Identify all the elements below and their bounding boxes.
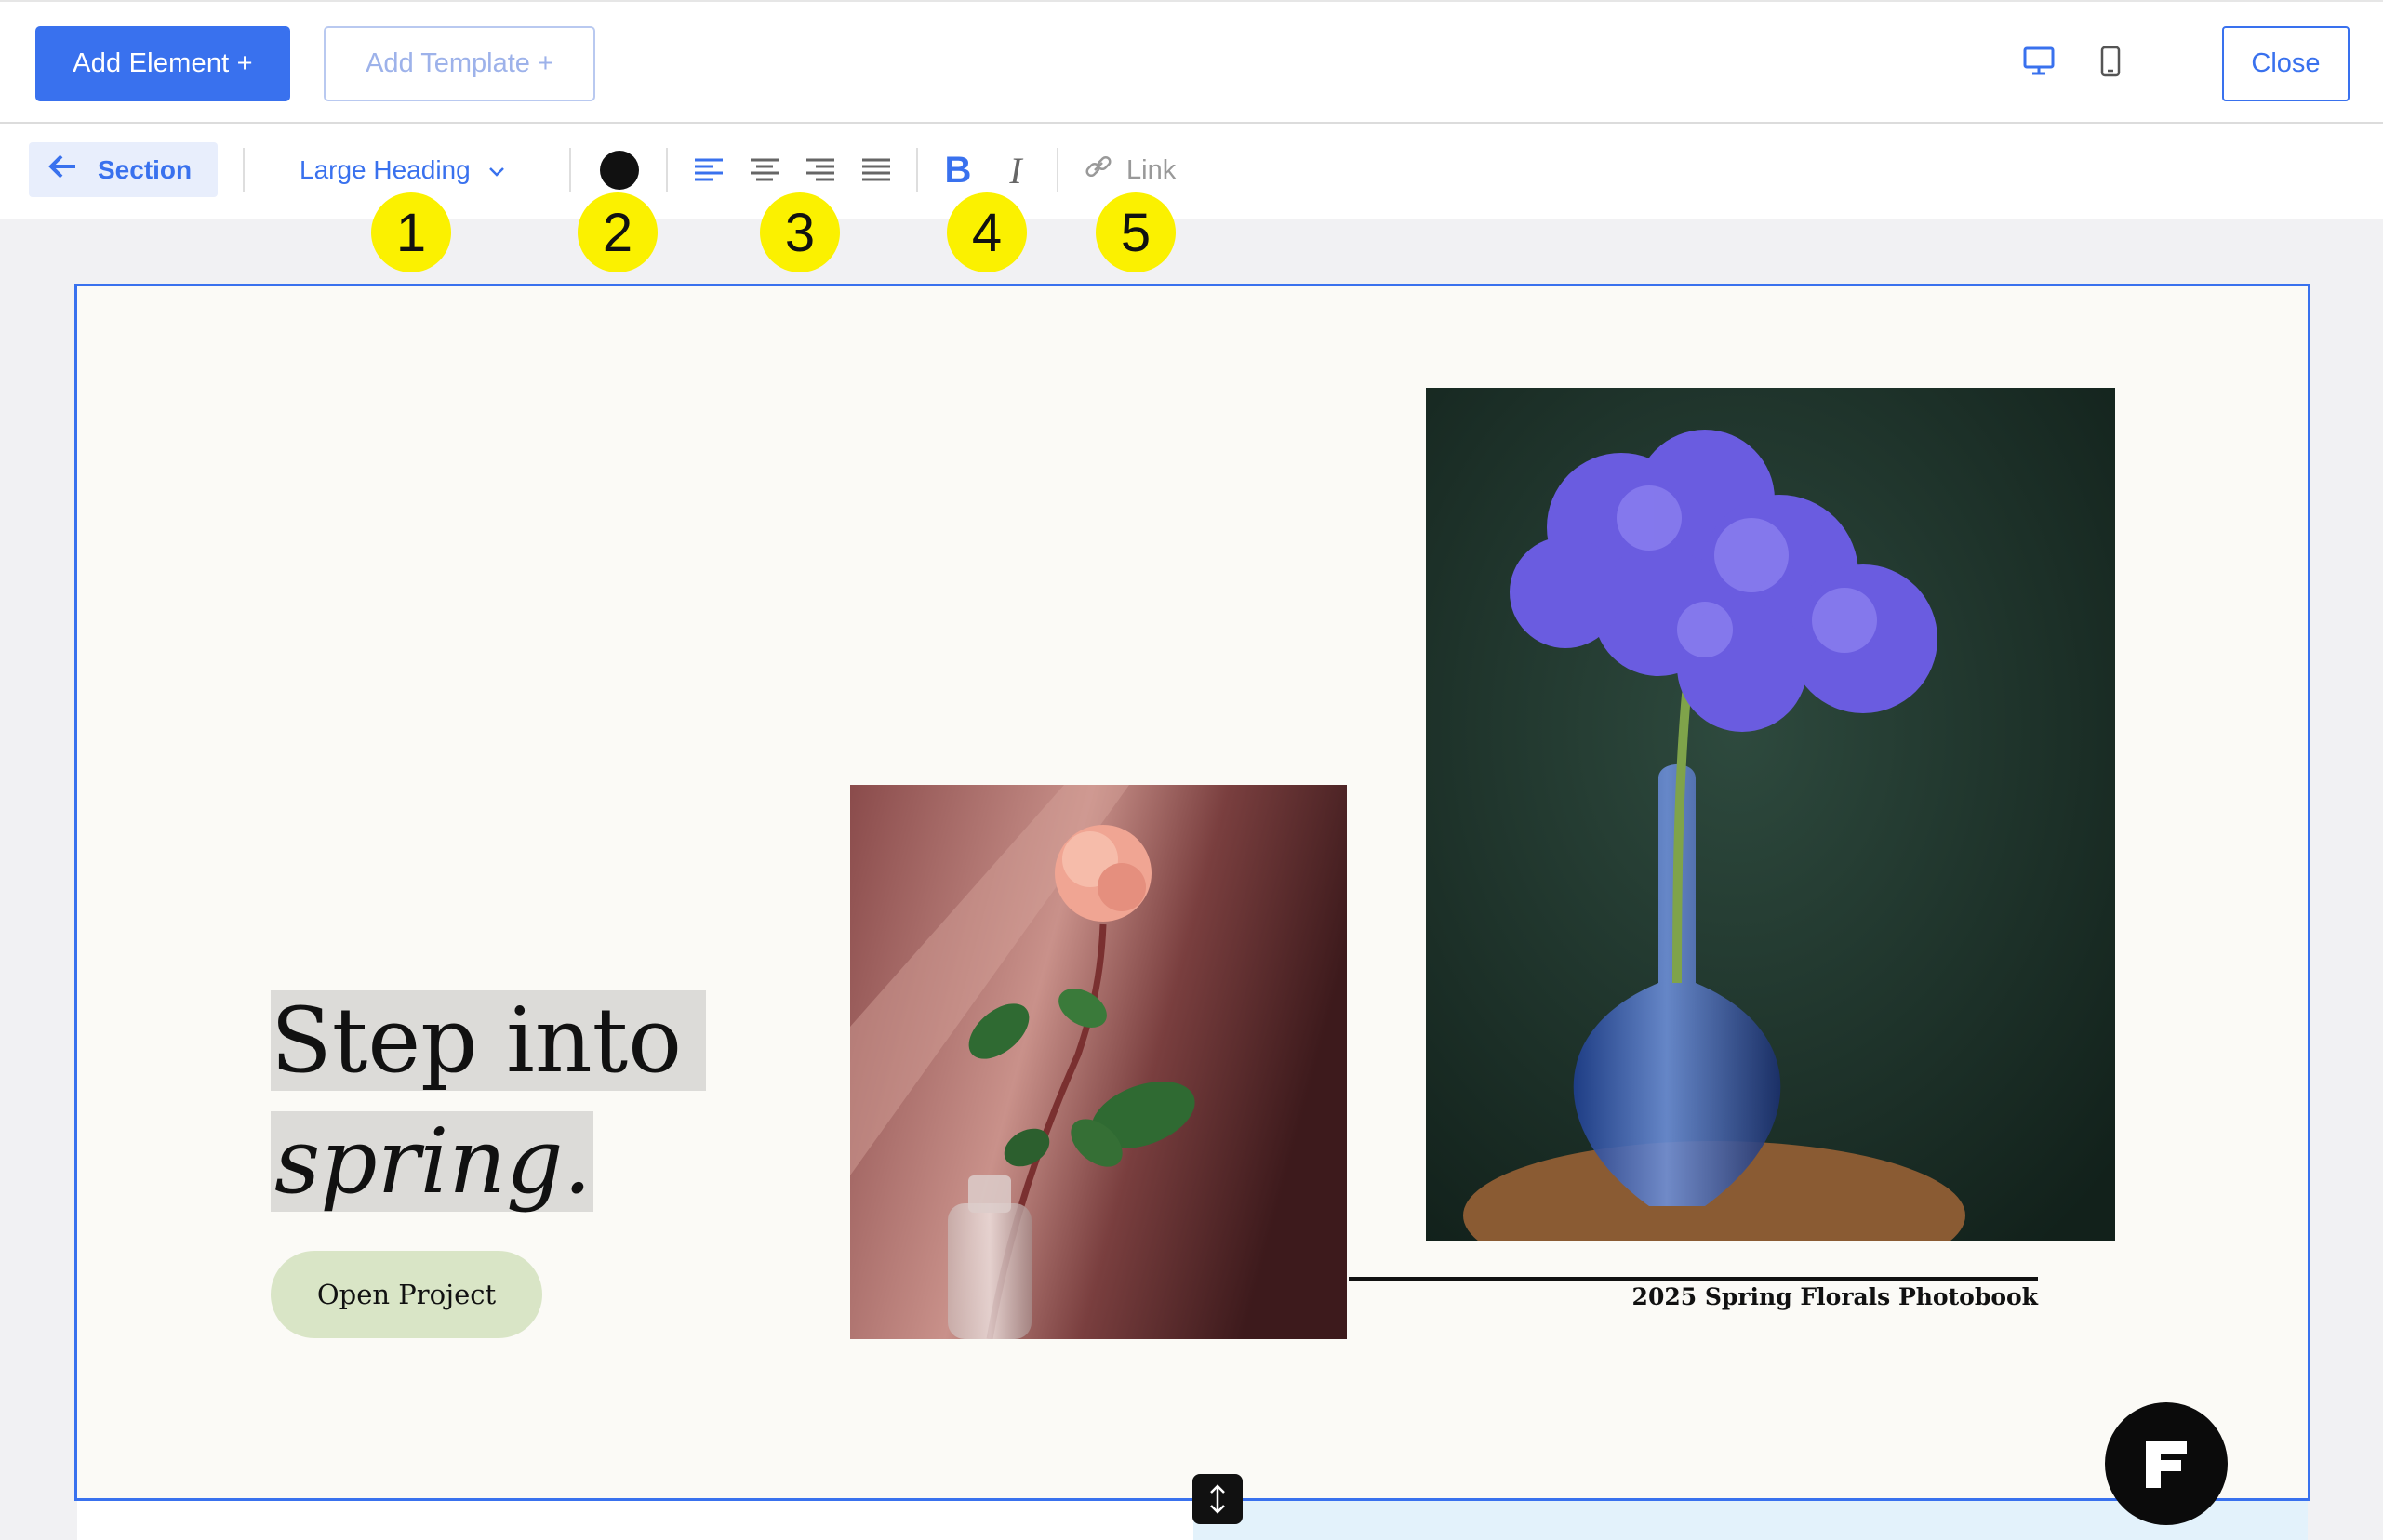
arrow-left-icon: [47, 153, 77, 186]
heading-style-label: Large Heading: [300, 154, 471, 184]
hero-heading[interactable]: Step into spring.: [271, 990, 707, 1212]
open-project-button[interactable]: Open Project: [271, 1251, 542, 1338]
next-section-left: [77, 1501, 1193, 1540]
editor-top-bar: Add Element + Add Template + Close: [0, 0, 2383, 124]
toolbar-divider: [569, 148, 571, 192]
toolbar-divider: [243, 148, 245, 192]
add-template-button[interactable]: Add Template +: [324, 26, 595, 101]
caption-rule: [1349, 1277, 2038, 1281]
close-button[interactable]: Close: [2222, 26, 2350, 101]
align-center-icon[interactable]: [744, 150, 785, 191]
back-to-section-button[interactable]: Section: [29, 142, 218, 197]
heading-line-1[interactable]: Step into: [271, 990, 707, 1091]
bold-button[interactable]: B: [938, 150, 978, 191]
photobook-caption[interactable]: 2025 Spring Florals Photobook: [1349, 1283, 2038, 1310]
chevron-down-icon: [487, 155, 506, 185]
annotation-marker-2: 2: [578, 192, 658, 272]
annotation-marker-3: 3: [760, 192, 840, 272]
align-left-icon[interactable]: [688, 150, 729, 191]
heading-style-dropdown[interactable]: Large Heading: [300, 142, 506, 197]
toolbar-divider: [666, 148, 668, 192]
selected-hero-section[interactable]: Step into spring. Open Project 2025 Spri…: [74, 284, 2310, 1501]
text-color-swatch[interactable]: [600, 151, 639, 190]
brand-logo-badge[interactable]: [2105, 1402, 2228, 1525]
align-right-icon[interactable]: [800, 150, 841, 191]
annotation-marker-4: 4: [947, 192, 1027, 272]
back-to-section-label: Section: [98, 154, 193, 184]
add-element-button[interactable]: Add Element +: [35, 26, 290, 101]
rose-photo[interactable]: [850, 785, 1347, 1339]
link-icon: [1084, 152, 1113, 189]
link-button[interactable]: Link: [1084, 144, 1176, 196]
resize-handle-icon[interactable]: [1192, 1474, 1243, 1524]
hydrangea-photo[interactable]: [1426, 388, 2115, 1241]
annotation-marker-5: 5: [1096, 192, 1176, 272]
toolbar-divider: [916, 148, 918, 192]
link-label: Link: [1126, 154, 1177, 185]
italic-button[interactable]: I: [995, 150, 1036, 192]
toolbar-divider: [1057, 148, 1058, 192]
mobile-icon[interactable]: [2088, 39, 2133, 84]
text-format-toolbar: Section Large Heading B I Link: [0, 124, 2383, 219]
annotation-marker-1: 1: [371, 192, 451, 272]
heading-line-2[interactable]: spring.: [271, 1111, 594, 1212]
desktop-icon[interactable]: [2017, 39, 2061, 84]
align-justify-icon[interactable]: [856, 150, 897, 191]
